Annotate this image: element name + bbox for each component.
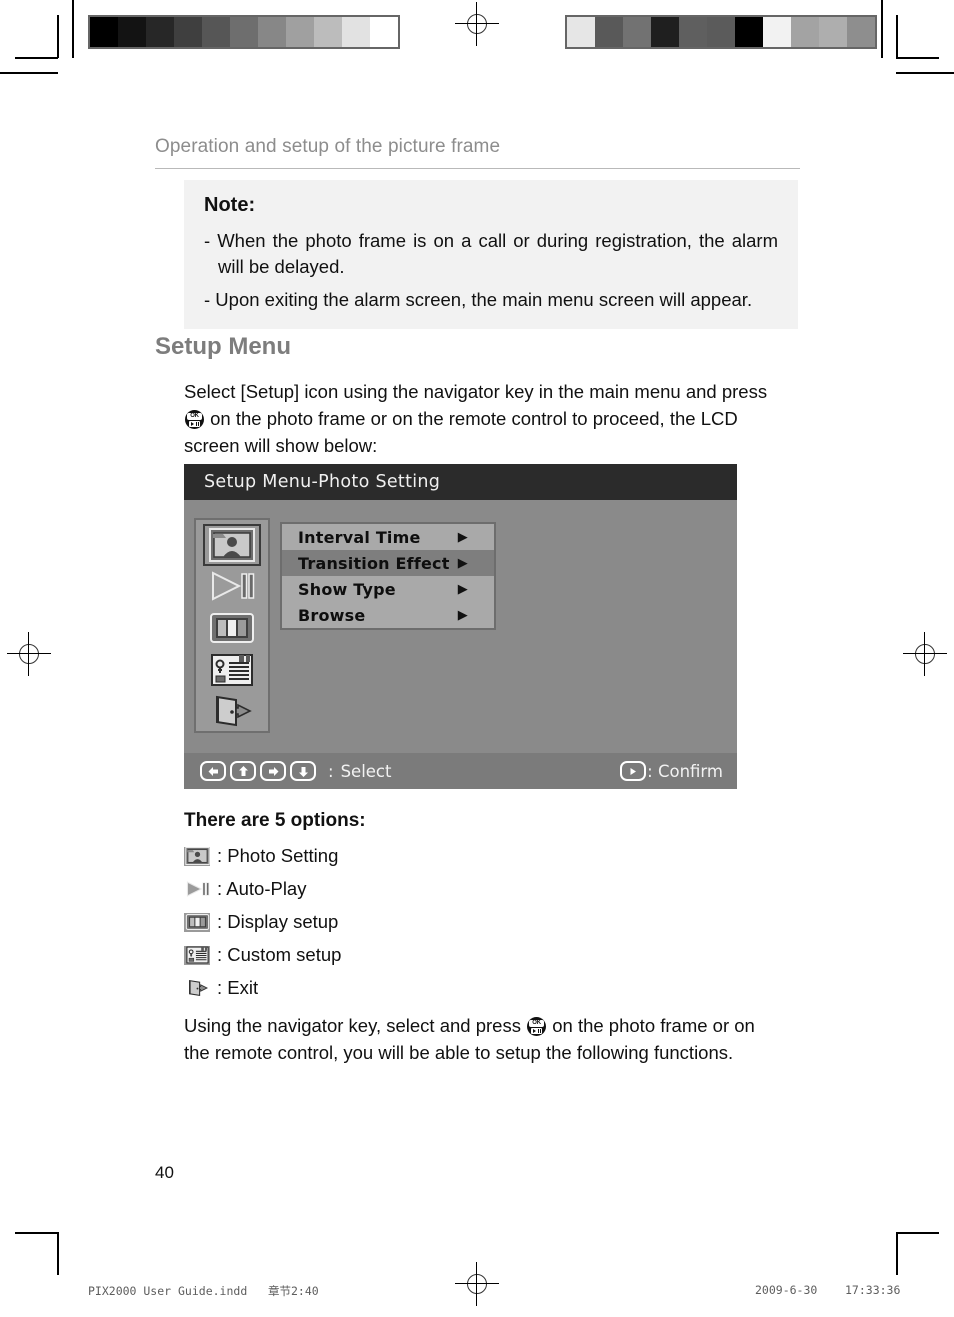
lcd-screen-figure: Setup Menu-Photo Setting Interval Time ▶… (184, 464, 737, 789)
option-legend-row: : Exit (184, 977, 258, 999)
lcd-body: Interval Time ▶ Transition Effect ▶ Show Typ… (184, 500, 737, 753)
lcd-menu-item-label: Browse (298, 605, 366, 625)
right-arrow-icon[interactable] (260, 761, 286, 781)
intro-text-after: on the photo frame or on the remote cont… (184, 408, 738, 456)
outro-text-before: Using the navigator key, select and pres… (184, 1015, 521, 1036)
option-legend-label: : Photo Setting (217, 845, 339, 866)
option-legend-row: : Custom setup (184, 944, 341, 966)
option-legend-label: : Display setup (217, 911, 339, 932)
ok-button-icon: OK (185, 410, 204, 429)
lcd-menu-item-label: Interval Time (298, 527, 421, 547)
lcd-footer-bar: : Select : Confirm (184, 753, 737, 789)
note-item: - When the photo frame is on a call or d… (204, 230, 778, 278)
exit-icon[interactable] (204, 691, 260, 731)
down-arrow-icon[interactable] (290, 761, 316, 781)
lcd-title-bar: Setup Menu-Photo Setting (184, 464, 737, 500)
lcd-footer-confirm-label: : Confirm (647, 761, 723, 781)
chevron-right-icon: ▶ (457, 581, 468, 597)
lcd-footer-separator: : (328, 761, 334, 781)
note-item: - Upon exiting the alarm screen, the mai… (204, 288, 753, 310)
running-head: Operation and setup of the picture frame (155, 136, 800, 169)
lcd-menu-item-label: Transition Effect (298, 553, 450, 573)
print-footer-left: PIX2000 User Guide.indd 章节2:40 (88, 1284, 319, 1298)
lcd-footer-select-label: Select (340, 761, 392, 781)
photo-setting-icon (184, 846, 210, 866)
option-legend-label: : Auto-Play (217, 878, 307, 899)
options-title: There are 5 options: (184, 810, 366, 831)
photo-setting-icon[interactable] (203, 524, 261, 566)
print-footer-right: 2009-6-30 17:33:36 (755, 1283, 901, 1297)
lcd-menu-item[interactable]: Browse ▶ (282, 602, 494, 628)
option-legend-label: : Custom setup (217, 944, 342, 965)
page-number: 40 (155, 1163, 174, 1182)
auto-play-icon (184, 880, 210, 899)
chevron-right-icon: ▶ (457, 529, 468, 545)
display-setup-icon (184, 912, 210, 932)
custom-setup-icon (184, 945, 210, 965)
option-legend-label: : Exit (217, 977, 259, 998)
up-arrow-icon[interactable] (230, 761, 256, 781)
setup-intro-paragraph: Select [Setup] icon using the navigator … (184, 378, 784, 459)
lcd-menu-item[interactable]: Transition Effect ▶ (282, 550, 494, 576)
ok-button-icon: OK (527, 1017, 547, 1036)
lcd-menu-panel: Interval Time ▶ Transition Effect ▶ Show Typ… (280, 522, 496, 630)
setup-outro-paragraph: Using the navigator key, select and pres… (184, 1012, 784, 1066)
page-content: Operation and setup of the picture frame… (0, 0, 954, 1317)
note-title: Note: (204, 194, 256, 216)
custom-setup-icon[interactable] (204, 650, 260, 690)
chevron-right-icon: ▶ (457, 555, 468, 571)
exit-icon (184, 979, 210, 998)
page-title: Setup Menu (155, 333, 291, 360)
option-legend-row: : Display setup (184, 911, 338, 933)
chevron-right-icon: ▶ (457, 607, 468, 623)
auto-play-icon[interactable] (204, 567, 260, 607)
play-arrow-icon[interactable] (620, 761, 647, 781)
option-legend-row: : Photo Setting (184, 845, 338, 867)
lcd-icon-rail (194, 518, 270, 733)
display-setup-icon[interactable] (204, 608, 260, 648)
note-box: Note: - When the photo frame is on a cal… (184, 180, 798, 329)
left-arrow-icon[interactable] (200, 761, 226, 781)
lcd-menu-item[interactable]: Interval Time ▶ (282, 524, 494, 550)
lcd-menu-item[interactable]: Show Type ▶ (282, 576, 494, 602)
intro-text-before: Select [Setup] icon using the navigator … (184, 381, 768, 402)
lcd-menu-item-label: Show Type (298, 579, 396, 599)
lcd-footer-select-group: : Select (200, 761, 391, 781)
option-legend-row: : Auto-Play (184, 878, 306, 900)
lcd-footer-confirm-group: : Confirm (620, 761, 723, 781)
